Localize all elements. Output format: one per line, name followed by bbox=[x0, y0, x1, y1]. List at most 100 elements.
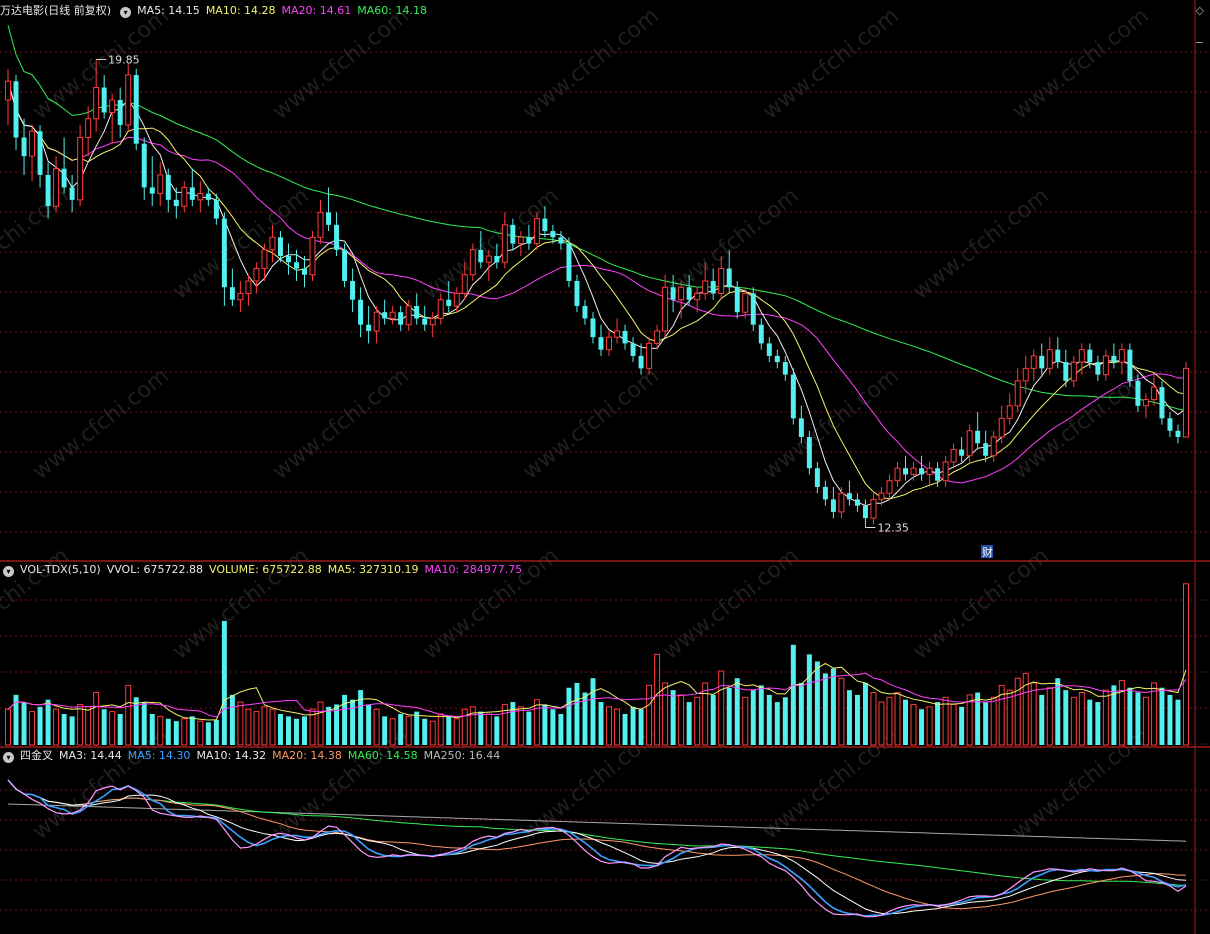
candle-body bbox=[694, 292, 701, 301]
candle-body bbox=[942, 461, 949, 482]
volume-bar bbox=[926, 706, 933, 746]
high-price-label: 19.85 bbox=[108, 53, 139, 66]
candle-body bbox=[101, 87, 107, 113]
watermark-text: www.cfchi.com bbox=[268, 363, 413, 484]
volume-bar bbox=[742, 696, 749, 746]
candle-body bbox=[710, 280, 716, 294]
candle-body bbox=[1078, 349, 1085, 363]
volume-bar bbox=[630, 706, 636, 745]
volume-bar bbox=[117, 713, 123, 745]
candle-body bbox=[1142, 399, 1149, 407]
candle-body bbox=[358, 299, 364, 325]
candle-body bbox=[790, 374, 796, 419]
volume-bar bbox=[317, 701, 324, 746]
volume-bar bbox=[189, 716, 195, 745]
candle-body bbox=[1063, 362, 1069, 381]
vvol-label: VVOL: 675722.88 bbox=[106, 563, 204, 576]
watermark-text: www.cfchi.com bbox=[28, 3, 173, 124]
volume-bar bbox=[213, 719, 219, 745]
candle-body bbox=[69, 187, 75, 200]
volume-bar bbox=[702, 682, 709, 746]
volume-bar bbox=[181, 718, 188, 746]
candle-body bbox=[903, 468, 909, 475]
candle-body bbox=[229, 287, 235, 300]
dash-icon[interactable]: − bbox=[1195, 36, 1204, 49]
candle-body bbox=[1087, 349, 1093, 363]
volume-bar bbox=[253, 711, 260, 746]
volume-label: VOLUME: 675722.88 bbox=[209, 563, 322, 576]
candle-body bbox=[221, 218, 227, 288]
diamond-icon[interactable]: ◇ bbox=[1196, 4, 1204, 17]
candle-body bbox=[373, 311, 380, 332]
volume-bar bbox=[862, 682, 868, 745]
sjc-ma60-line bbox=[7, 779, 1187, 886]
candle-body bbox=[758, 324, 764, 344]
volume-bar bbox=[550, 709, 556, 745]
candle-body bbox=[1030, 355, 1037, 369]
volume-bar bbox=[446, 716, 452, 745]
volume-bar bbox=[782, 697, 788, 745]
volume-bar bbox=[646, 684, 653, 746]
settings-toggle-icon[interactable]: ▾ bbox=[120, 7, 132, 18]
candle-body bbox=[165, 174, 171, 200]
candle-body bbox=[734, 287, 740, 313]
volume-bar bbox=[854, 694, 860, 745]
sijincha-panel-header: ▾ 四金叉 MA3: 14.44 MA5: 14.30 MA10: 14.32 MA20:… bbox=[0, 746, 506, 766]
volume-bar bbox=[990, 696, 997, 746]
volume-bar bbox=[910, 703, 917, 746]
candle-body bbox=[959, 449, 965, 456]
volume-bar bbox=[838, 677, 845, 746]
candle-body bbox=[261, 249, 268, 270]
watermark-text: www.cfchi.com bbox=[28, 363, 173, 484]
candle-body bbox=[1183, 367, 1189, 438]
candle-body bbox=[878, 492, 885, 500]
volume-bar bbox=[1006, 689, 1013, 746]
candle-body bbox=[109, 99, 116, 113]
candle-body bbox=[510, 224, 516, 244]
volume-bar bbox=[414, 711, 420, 745]
volume-bar bbox=[790, 644, 796, 745]
candle-body bbox=[189, 187, 195, 200]
candle-body bbox=[61, 168, 67, 188]
volume-toggle-icon[interactable]: ▾ bbox=[3, 566, 14, 577]
volume-bar bbox=[814, 661, 820, 745]
candle-body bbox=[990, 436, 997, 457]
candle-body bbox=[894, 467, 901, 482]
volume-bar bbox=[373, 708, 380, 746]
volume-bar bbox=[886, 696, 893, 746]
candle-body bbox=[173, 199, 179, 207]
candle-body bbox=[1167, 418, 1173, 431]
volume-bar bbox=[975, 692, 981, 745]
candle-body bbox=[245, 280, 252, 294]
volume-bar bbox=[542, 704, 548, 745]
candle-body bbox=[1175, 430, 1181, 438]
candle-body bbox=[446, 299, 452, 306]
volume-bar bbox=[614, 708, 621, 746]
sjc-ma10-line bbox=[7, 779, 1187, 915]
volume-bar bbox=[21, 702, 27, 745]
candle-body bbox=[1006, 405, 1013, 419]
candle-body bbox=[437, 299, 444, 319]
candle-body bbox=[517, 236, 524, 245]
candle-body bbox=[550, 231, 556, 238]
watermark-text: www.cfchi.com bbox=[758, 3, 903, 124]
candle-body bbox=[125, 74, 132, 126]
candle-body bbox=[269, 236, 276, 251]
candle-body bbox=[149, 187, 155, 194]
sijincha-toggle-icon[interactable]: ▾ bbox=[3, 752, 14, 763]
volume-bar bbox=[758, 685, 764, 745]
candle-body bbox=[1046, 349, 1053, 369]
volume-bar bbox=[638, 709, 644, 745]
volume-bar bbox=[173, 721, 179, 745]
volume-bar bbox=[29, 711, 36, 746]
candle-body bbox=[822, 486, 828, 500]
candle-body bbox=[1150, 386, 1157, 401]
candle-body bbox=[590, 318, 596, 338]
candle-body bbox=[181, 186, 188, 207]
volume-bar bbox=[878, 701, 885, 746]
candle-body bbox=[1095, 362, 1101, 375]
volume-bar bbox=[285, 716, 291, 745]
candle-body bbox=[1022, 367, 1029, 382]
volume-bar bbox=[422, 718, 428, 745]
candle-body bbox=[309, 236, 316, 276]
